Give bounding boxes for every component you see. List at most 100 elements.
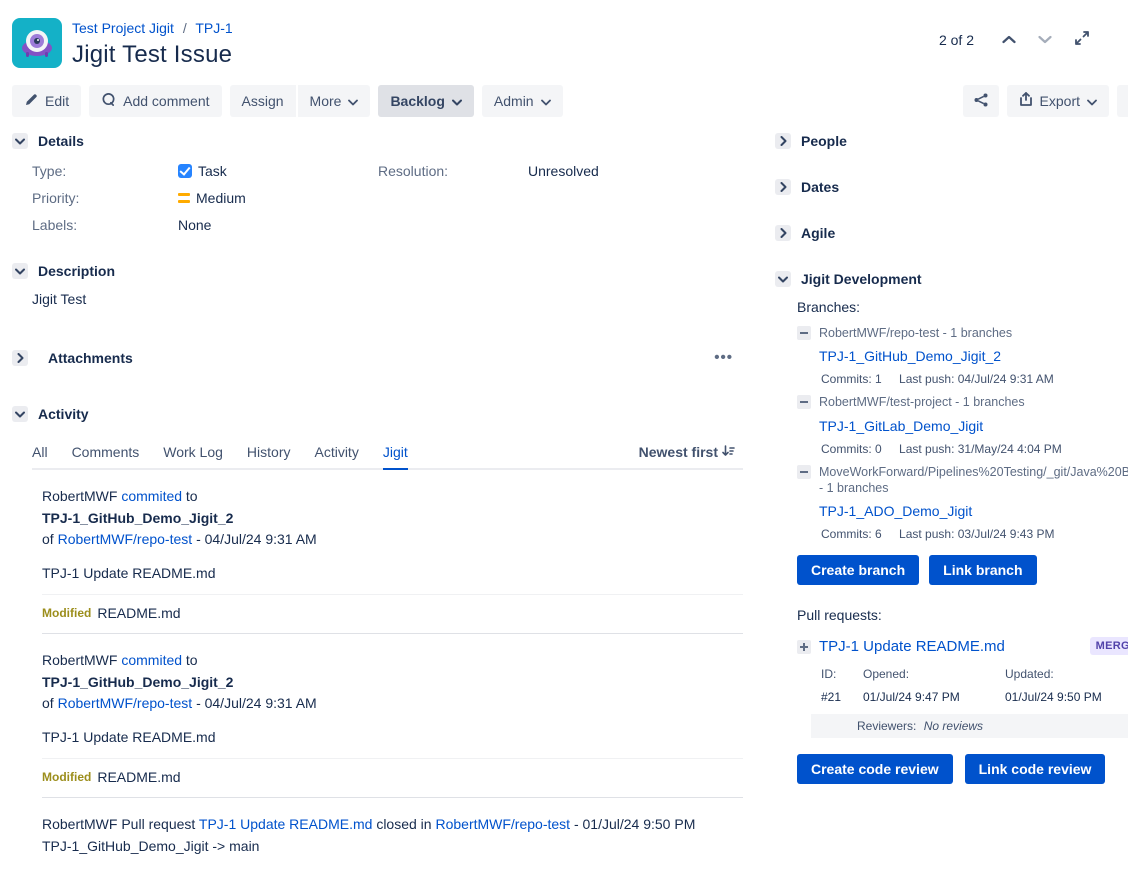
commit-repo-link[interactable]: RobertMWF/repo-test [58, 531, 193, 547]
pagination-label: 2 of 2 [939, 32, 974, 48]
commits-count: Commits: 0 [821, 442, 882, 456]
previous-issue-button[interactable] [998, 28, 1020, 51]
priority-value-text: Medium [196, 190, 246, 206]
add-comment-button[interactable]: Add comment [89, 85, 221, 117]
collapse-chevron-icon[interactable] [775, 271, 791, 287]
type-label: Type: [32, 163, 178, 179]
labels-value: None [178, 217, 378, 233]
more-button[interactable]: More [298, 85, 371, 117]
expand-icon [1074, 30, 1090, 49]
pr-id-label: ID: [821, 667, 863, 681]
description-section-header[interactable]: Description [12, 263, 743, 279]
collapse-minus-icon[interactable] [797, 395, 811, 409]
edit-button[interactable]: Edit [12, 85, 81, 117]
pull-requests-label: Pull requests: [797, 607, 1128, 623]
commit-branch-name: TPJ-1_GitHub_Demo_Jigit_2 [42, 508, 743, 530]
breadcrumb-issue-key-link[interactable]: TPJ-1 [195, 20, 232, 36]
pr-middle: closed in [376, 816, 431, 832]
expand-chevron-icon[interactable] [775, 179, 791, 195]
branch-commits-line: Commits: 6 Last push: 03/Jul/24 9:43 PM [821, 527, 1128, 541]
commit-user: RobertMWF [42, 488, 117, 504]
attachments-more-menu-button[interactable]: ••• [714, 349, 733, 366]
commit-action-link[interactable]: commited [121, 652, 182, 668]
pr-updated-value: 01/Jul/24 9:50 PM [1005, 690, 1128, 704]
collapse-chevron-icon[interactable] [12, 406, 28, 422]
collapse-minus-icon[interactable] [797, 326, 811, 340]
description-section-title: Description [38, 263, 115, 279]
branch-link[interactable]: TPJ-1_GitHub_Demo_Jigit_2 [819, 348, 1128, 364]
tab-history[interactable]: History [247, 438, 291, 468]
commit-repo-line: of RobertMWF/repo-test - 04/Jul/24 9:31 … [42, 693, 743, 715]
pr-title-link[interactable]: TPJ-1 Update README.md [199, 816, 373, 832]
chevron-down-icon [1087, 93, 1097, 109]
pr-id-value: #21 [821, 690, 863, 704]
pr-date: - 01/Jul/24 9:50 PM [574, 816, 695, 832]
file-name: README.md [97, 769, 180, 785]
link-code-review-button[interactable]: Link code review [965, 754, 1106, 784]
people-section-header[interactable]: People [775, 133, 1128, 149]
repo-name: MoveWorkForward/Pipelines%20Testing/_git… [819, 464, 1128, 497]
tab-all[interactable]: All [32, 438, 48, 468]
tab-work-log[interactable]: Work Log [163, 438, 223, 468]
breadcrumb-project-link[interactable]: Test Project Jigit [72, 20, 174, 36]
branch-commits-line: Commits: 1 Last push: 04/Jul/24 9:31 AM [821, 372, 1128, 386]
fullscreen-button[interactable] [1070, 26, 1094, 53]
sort-order-button[interactable]: Newest first [639, 444, 735, 468]
jigit-section-header[interactable]: Jigit Development [775, 271, 1128, 287]
export-button[interactable]: Export [1007, 85, 1109, 117]
pr-event-line: RobertMWF Pull request TPJ-1 Update READ… [42, 814, 743, 836]
backlog-status-button[interactable]: Backlog [378, 85, 473, 117]
agile-section: Agile [775, 225, 1128, 241]
pull-request-title-link[interactable]: TPJ-1 Update README.md [819, 638, 1005, 655]
header-text: Test Project Jigit / TPJ-1 Jigit Test Is… [72, 18, 939, 69]
expand-plus-icon[interactable] [797, 640, 811, 654]
tab-jigit[interactable]: Jigit [383, 438, 408, 468]
ufo-icon [17, 23, 57, 63]
commit-date: - 04/Jul/24 9:31 AM [196, 531, 317, 547]
branch-link[interactable]: TPJ-1_GitLab_Demo_Jigit [819, 418, 1128, 434]
link-branch-button[interactable]: Link branch [929, 555, 1036, 585]
edit-button-label: Edit [45, 93, 69, 109]
pr-reviewers-row: Reviewers: No reviews [811, 714, 1128, 738]
sort-descending-icon [722, 444, 735, 460]
create-branch-button[interactable]: Create branch [797, 555, 919, 585]
agile-section-title: Agile [801, 225, 835, 241]
commit-action-link[interactable]: commited [121, 488, 182, 504]
last-push: Last push: 03/Jul/24 9:43 PM [899, 527, 1054, 541]
commit-action-suffix: to [186, 652, 198, 668]
commit-of: of [42, 531, 54, 547]
next-issue-button[interactable] [1034, 28, 1056, 51]
project-avatar[interactable] [12, 18, 62, 68]
collapse-minus-icon[interactable] [797, 465, 811, 479]
expand-chevron-icon[interactable] [775, 133, 791, 149]
admin-button[interactable]: Admin [482, 85, 563, 117]
workflow-button-group: Assign More [230, 85, 371, 117]
dates-section-header[interactable]: Dates [775, 179, 1128, 195]
activity-feed: RobertMWF commited to TPJ-1_GitHub_Demo_… [12, 470, 743, 858]
activity-section-header[interactable]: Activity [12, 406, 743, 422]
expand-chevron-icon[interactable] [775, 225, 791, 241]
create-code-review-button[interactable]: Create code review [797, 754, 953, 784]
tools-button-partial[interactable] [1117, 85, 1128, 117]
last-push: Last push: 31/May/24 4:04 PM [899, 442, 1062, 456]
details-section-header[interactable]: Details [12, 133, 743, 149]
pr-updated-label: Updated: [1005, 667, 1128, 681]
file-status-modified: Modified [42, 770, 91, 784]
commit-repo-link[interactable]: RobertMWF/repo-test [58, 695, 193, 711]
agile-section-header[interactable]: Agile [775, 225, 1128, 241]
attachments-section-header[interactable]: Attachments ••• [12, 349, 743, 366]
collapse-chevron-icon[interactable] [12, 133, 28, 149]
collapse-chevron-icon[interactable] [12, 263, 28, 279]
issue-pagination: 2 of 2 [939, 18, 1094, 53]
details-fields: Type: Task Resolution: Unresolved Priori… [12, 163, 743, 233]
tab-activity[interactable]: Activity [314, 438, 358, 468]
tab-comments[interactable]: Comments [72, 438, 140, 468]
dates-section: Dates [775, 179, 1128, 195]
assign-button[interactable]: Assign [230, 85, 296, 117]
pr-repo-link[interactable]: RobertMWF/repo-test [435, 816, 570, 832]
expand-chevron-icon[interactable] [12, 350, 28, 366]
repo-line: MoveWorkForward/Pipelines%20Testing/_git… [797, 464, 1128, 497]
branch-link[interactable]: TPJ-1_ADO_Demo_Jigit [819, 503, 1128, 519]
resolution-value: Unresolved [528, 163, 743, 179]
share-button[interactable] [963, 85, 999, 117]
